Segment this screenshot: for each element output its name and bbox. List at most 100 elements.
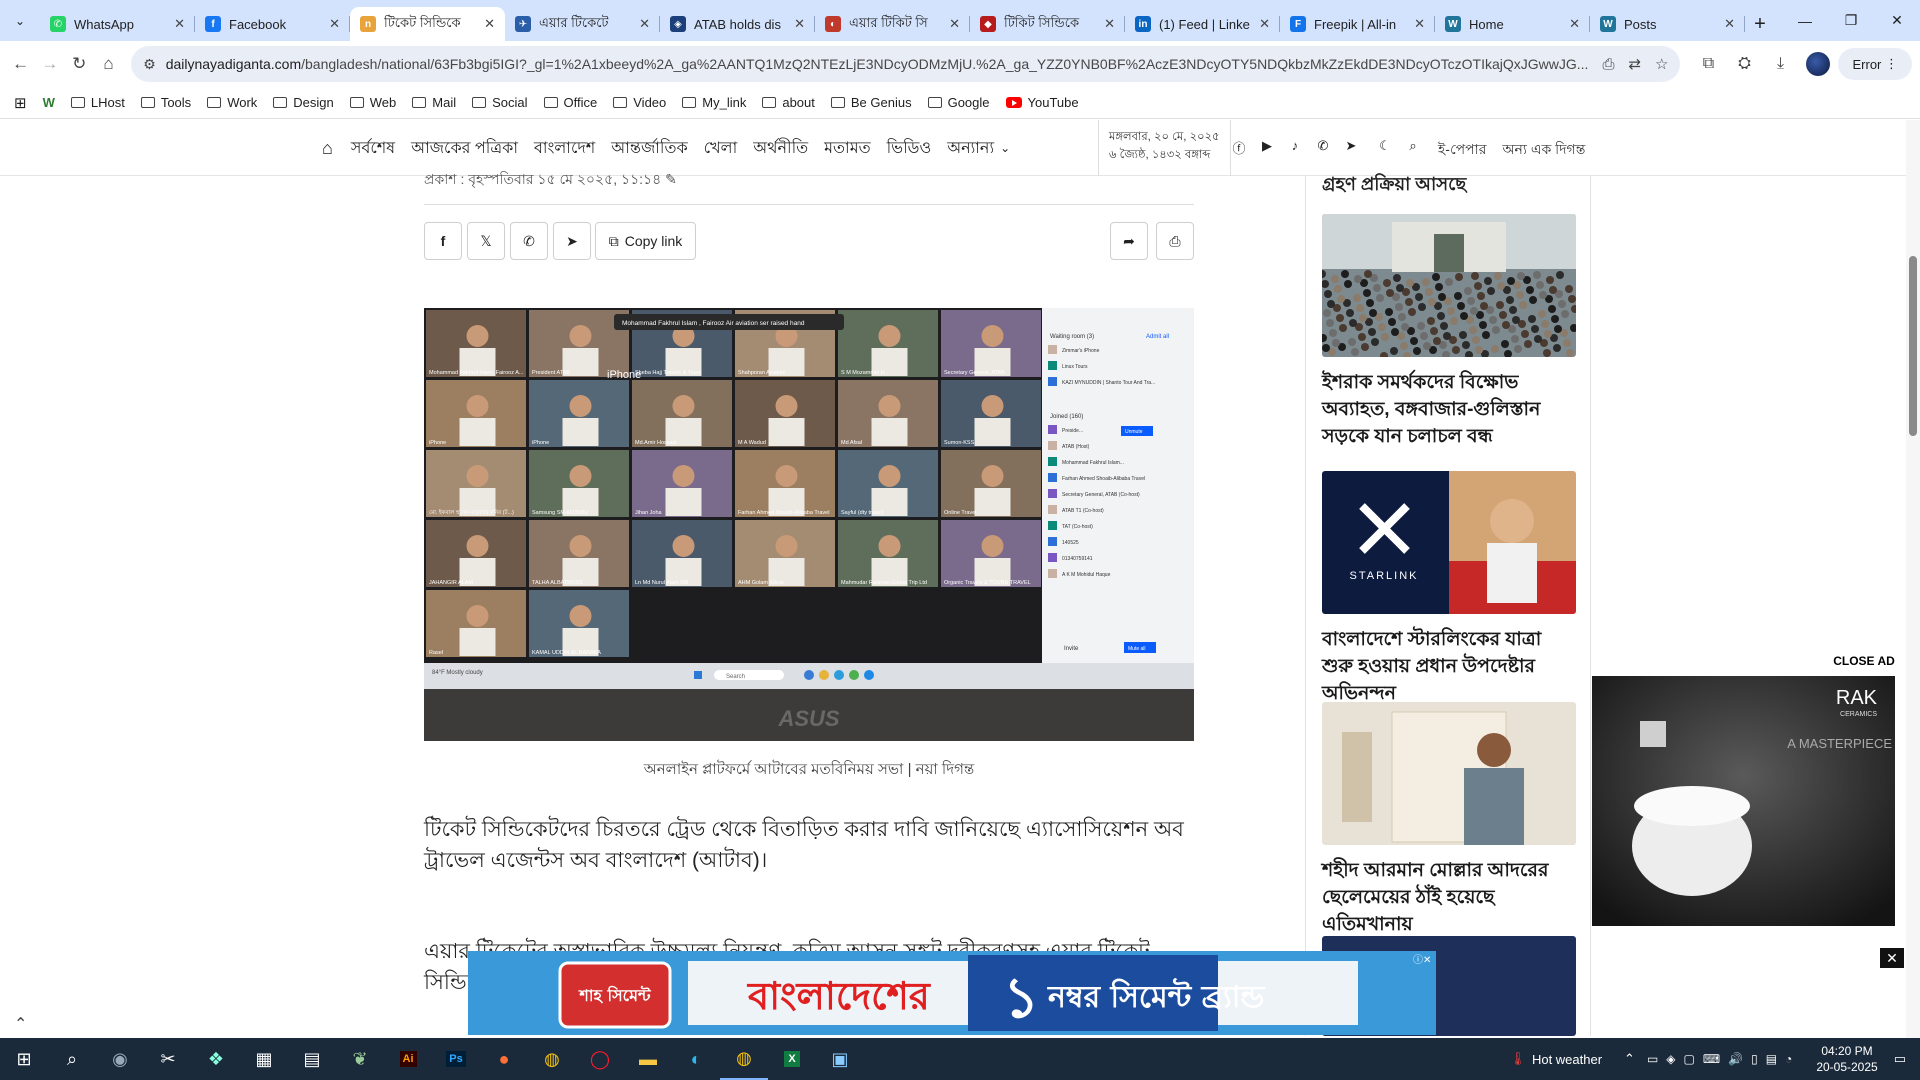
close-tab-icon[interactable]: ✕ <box>794 16 805 32</box>
remote-desktop-icon[interactable]: ▣ <box>816 1038 864 1080</box>
forward-icon[interactable]: → <box>37 48 62 80</box>
performance-icon[interactable]: ⛭ <box>1726 55 1762 73</box>
close-tab-icon[interactable]: ✕ <box>329 16 340 32</box>
bookmark-item[interactable]: Tools <box>140 95 191 110</box>
clock[interactable]: 04:20 PM 20-05-2025 <box>1816 1043 1877 1075</box>
news-headline[interactable]: ইশরাক সমর্থকদের বিক্ষোভ অব্যাহত, বঙ্গবাজ… <box>1322 369 1576 450</box>
downloads-icon[interactable]: ⤓ <box>1762 55 1798 73</box>
news-headline[interactable]: শহীদ আরমান মোল্লার আদরের ছেলেমেয়ের ঠাঁই… <box>1322 857 1576 938</box>
restore-icon[interactable]: ❐ <box>1828 0 1874 41</box>
copilot-icon[interactable]: ❖ <box>192 1038 240 1080</box>
share-facebook-button[interactable]: f <box>424 222 462 260</box>
close-tab-icon[interactable]: ✕ <box>1569 16 1580 32</box>
share-button[interactable]: ➦ <box>1110 222 1148 260</box>
browser-tab[interactable]: ◈ ATAB holds dis ✕ <box>660 7 815 41</box>
bookmark-item[interactable]: Mail <box>412 95 456 110</box>
news-thumbnail[interactable] <box>1322 702 1576 845</box>
bookmark-item[interactable]: Video <box>613 95 666 110</box>
whatsapp-icon[interactable]: ✆ <box>1309 138 1337 157</box>
bookmark-item[interactable]: Be Genius <box>830 95 912 110</box>
close-tab-icon[interactable]: ✕ <box>1259 16 1270 32</box>
tray-icons[interactable]: ▭◈▢⌨🔊▯▤◔ <box>1647 1052 1800 1066</box>
file-explorer-icon[interactable]: ▬ <box>624 1038 672 1080</box>
site-nav-item[interactable]: বাংলাদেশ <box>534 135 595 162</box>
install-app-icon[interactable]: ⎙ <box>1602 56 1614 73</box>
tiktok-icon[interactable]: ♪ <box>1281 138 1309 157</box>
bookmark-item[interactable]: Google <box>927 95 990 110</box>
chrome-active-icon[interactable]: ◍ <box>720 1038 768 1080</box>
site-info-icon[interactable]: ⚙ <box>143 56 156 73</box>
address-bar[interactable]: ⚙ dailynayadiganta.com/bangladesh/nation… <box>131 46 1681 82</box>
taskbar-search-icon[interactable]: ⌕ <box>48 1038 96 1080</box>
bookmark-item[interactable]: Design <box>273 95 334 110</box>
home-icon[interactable]: ⌂ <box>96 48 121 80</box>
bookmark-item[interactable]: My_link <box>682 95 746 110</box>
site-nav-item[interactable]: অন্যান্য <box>947 135 994 162</box>
page-scrollbar[interactable] <box>1906 120 1920 1038</box>
close-tab-icon[interactable]: ✕ <box>1414 16 1425 32</box>
print-button[interactable]: ⎙ <box>1156 222 1194 260</box>
excel-icon[interactable]: X <box>768 1038 816 1080</box>
search-icon[interactable]: ⌕ <box>1399 138 1427 157</box>
copy-link-button[interactable]: ⧉ Copy link <box>595 222 696 260</box>
browser-tab[interactable]: W Posts ✕ <box>1590 7 1745 41</box>
calculator-icon[interactable]: ▦ <box>240 1038 288 1080</box>
bookmark-item[interactable]: about <box>762 95 815 110</box>
site-nav-item[interactable]: আজকের পত্রিকা <box>411 135 518 162</box>
opera-icon[interactable]: ◯ <box>576 1038 624 1080</box>
close-ad-button[interactable]: CLOSE AD <box>1831 650 1897 672</box>
news-card[interactable]: ইশরাক সমর্থকদের বিক্ষোভ অব্যাহত, বঙ্গবাজ… <box>1322 214 1576 450</box>
illustrator-icon[interactable]: Ai <box>384 1038 432 1080</box>
adchoices-icon[interactable]: ⓘ✕ <box>1413 954 1431 966</box>
browser-tab[interactable]: ✆ WhatsApp ✕ <box>40 7 195 41</box>
weather-label[interactable]: Hot weather <box>1532 1052 1602 1067</box>
share-x-button[interactable]: 𝕏 <box>467 222 505 260</box>
browser-tab[interactable]: F Freepik | All-in ✕ <box>1280 7 1435 41</box>
minimize-icon[interactable]: — <box>1782 0 1828 41</box>
notification-icon[interactable]: ▭ <box>1894 1051 1906 1067</box>
profile-avatar[interactable] <box>1806 52 1831 76</box>
profile-error-button[interactable]: Error ⋮ <box>1838 48 1912 80</box>
epaper-link[interactable]: ই-পেপার <box>1438 138 1486 162</box>
back-icon[interactable]: ← <box>8 48 33 80</box>
browser-tab[interactable]: ◐ এয়ার টিকিট সি ✕ <box>815 7 970 41</box>
close-tab-icon[interactable]: ✕ <box>174 16 185 32</box>
bookmark-item[interactable]: Work <box>207 95 257 110</box>
edge-icon[interactable]: ◐ <box>672 1038 720 1080</box>
close-tab-icon[interactable]: ✕ <box>1104 16 1115 32</box>
share-telegram-button[interactable]: ➤ <box>553 222 591 260</box>
browser-tab[interactable]: n টিকেট সিন্ডিকে ✕ <box>350 7 505 41</box>
browser-tab[interactable]: ◆ টিকিট সিন্ডিকে ✕ <box>970 7 1125 41</box>
browser-tab[interactable]: W Home ✕ <box>1435 7 1590 41</box>
dark-mode-icon[interactable]: ☾ <box>1371 138 1399 157</box>
new-tab-button[interactable]: + <box>1745 7 1775 41</box>
browser-tab[interactable]: f Facebook ✕ <box>195 7 350 41</box>
site-nav-item[interactable]: সর্বশেষ <box>351 135 395 162</box>
news-thumbnail[interactable] <box>1322 214 1576 357</box>
bookmark-item[interactable]: YouTube <box>1005 95 1079 110</box>
windows-start-icon[interactable]: ⊞ <box>0 1038 48 1080</box>
firefox-icon[interactable]: ● <box>480 1038 528 1080</box>
bird-app-icon[interactable]: ❦ <box>336 1038 384 1080</box>
translate-icon[interactable]: ⇄ <box>1628 55 1641 73</box>
news-headline[interactable]: বাংলাদেশে স্টারলিংকের যাত্রা শুরু হওয়ায… <box>1322 626 1576 707</box>
bookmark-item[interactable]: Web <box>349 95 396 110</box>
telegram-icon[interactable]: ➤ <box>1337 138 1365 157</box>
sidebar-heading[interactable]: গ্রহণ প্রক্রিয়া আসছে <box>1322 170 1466 201</box>
browser-tab[interactable]: in (1) Feed | Linke ✕ <box>1125 7 1280 41</box>
bookmark-item[interactable]: Social <box>472 95 528 110</box>
site-nav-item[interactable]: খেলা <box>704 135 738 162</box>
url-text[interactable]: dailynayadiganta.com/bangladesh/national… <box>166 56 1589 72</box>
site-nav-item[interactable]: আন্তর্জাতিক <box>611 135 687 162</box>
browser-tab[interactable]: ✈ এয়ার টিকেটে ✕ <box>505 7 660 41</box>
site-nav-item[interactable]: মতামত <box>824 135 870 162</box>
notebook-icon[interactable]: ▤ <box>288 1038 336 1080</box>
news-card[interactable]: শহীদ আরমান মোল্লার আদরের ছেলেমেয়ের ঠাঁই… <box>1322 702 1576 938</box>
w-bookmark-icon[interactable]: W <box>43 95 55 110</box>
chevron-up-icon[interactable]: ⌃ <box>1624 1051 1635 1067</box>
bookmark-item[interactable]: LHost <box>70 95 125 110</box>
bookmark-item[interactable]: Office <box>543 95 597 110</box>
close-tab-icon[interactable]: ✕ <box>1724 16 1735 32</box>
close-window-icon[interactable]: ✕ <box>1874 0 1920 41</box>
site-nav-item[interactable]: ভিডিও <box>887 135 932 162</box>
